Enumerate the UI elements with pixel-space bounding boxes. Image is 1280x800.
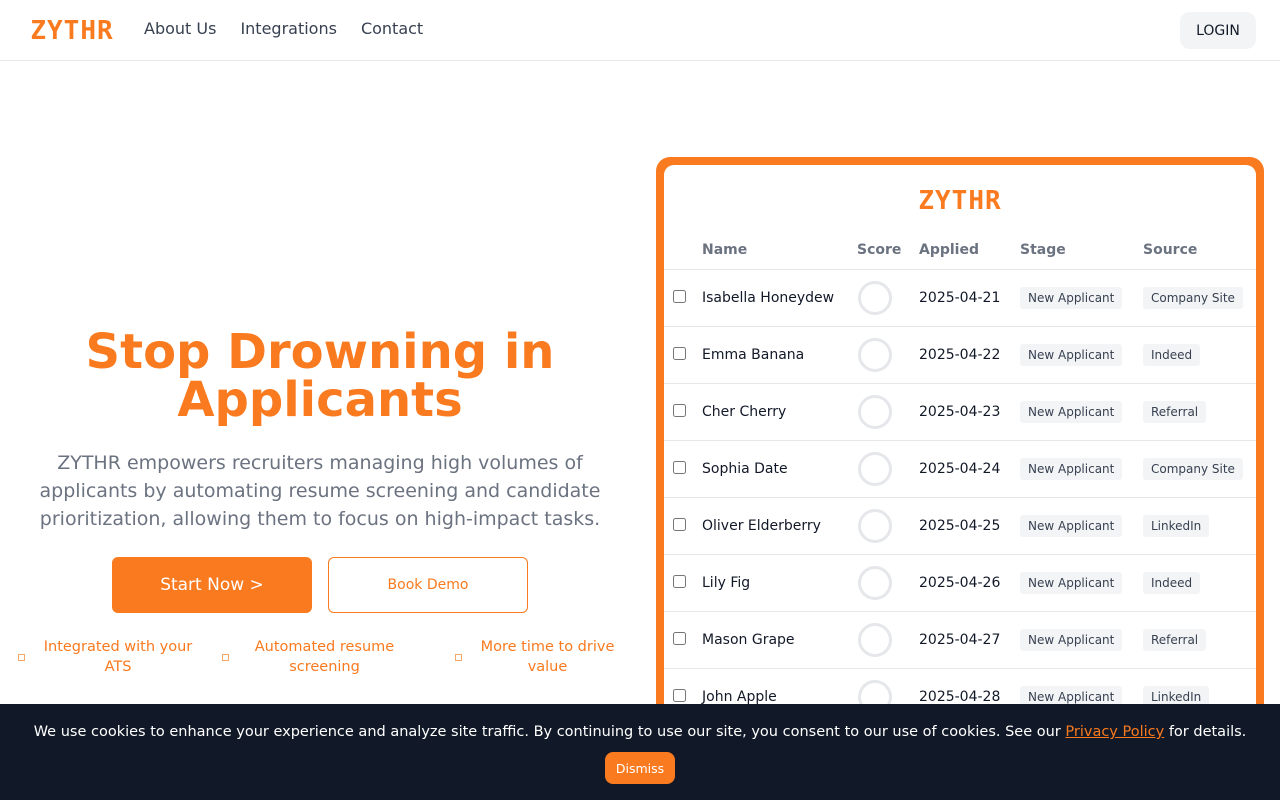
source-badge: Referral — [1143, 400, 1207, 423]
stage-badge: New Applicant — [1020, 514, 1123, 537]
applicant-name: Emma Banana — [702, 326, 857, 384]
table-row[interactable]: Cher Cherry 2025-04-23 New Applicant Ref… — [664, 383, 1256, 441]
hero-subtitle: ZYTHR empowers recruiters managing high … — [39, 452, 601, 530]
feature-ats: Integrated with your ATS — [18, 637, 204, 677]
stage-badge: New Applicant — [1020, 343, 1123, 366]
applicant-name: Mason Grape — [702, 611, 857, 669]
site-header: ZYTHR About Us Integrations Contact LOGI… — [0, 0, 1280, 61]
table-row[interactable]: Isabella Honeydew 2025-04-21 New Applica… — [664, 269, 1256, 327]
table-row[interactable]: Lily Fig 2025-04-26 New Applicant Indeed — [664, 554, 1256, 612]
applicant-name: Lily Fig — [702, 554, 857, 612]
svg-text:ZYTHR: ZYTHR — [918, 187, 1001, 213]
applicant-name: Isabella Honeydew — [702, 269, 857, 327]
feature-screening: Automated resume screening — [222, 637, 412, 677]
hero-title: Stop Drowning in Applicants — [85, 324, 555, 428]
book-demo-button[interactable]: Book Demo — [328, 557, 528, 613]
table-row[interactable]: Sophia Date 2025-04-24 New Applicant Com… — [664, 440, 1256, 498]
privacy-policy-link[interactable]: Privacy Policy — [1065, 724, 1164, 740]
applied-date: 2025-04-21 — [919, 269, 1020, 327]
score-ring — [858, 565, 892, 600]
applied-date: 2025-04-26 — [919, 554, 1020, 612]
row-checkbox[interactable] — [673, 518, 686, 531]
applied-date: 2025-04-22 — [919, 326, 1020, 384]
feature-value: More time to drive value — [455, 637, 625, 677]
row-checkbox[interactable] — [673, 404, 686, 417]
zythr-logo[interactable]: ZYTHR — [26, 17, 118, 43]
cookie-message: We use cookies to enhance your experienc… — [33, 724, 1247, 740]
nav-contact[interactable]: Contact — [361, 18, 423, 40]
nav-about-us[interactable]: About Us — [144, 18, 216, 40]
dismiss-button[interactable]: Dismiss — [605, 752, 675, 784]
feature-check-icon — [222, 654, 229, 661]
feature-label: Integrated with your ATS — [43, 639, 193, 675]
source-badge: Indeed — [1143, 571, 1201, 594]
applied-date: 2025-04-23 — [919, 383, 1020, 441]
score-ring — [858, 451, 892, 486]
score-ring — [858, 508, 892, 543]
feature-check-icon — [455, 654, 462, 661]
row-checkbox[interactable] — [673, 632, 686, 645]
score-ring — [858, 280, 892, 315]
score-ring — [858, 337, 892, 372]
applicant-name: Sophia Date — [702, 440, 857, 498]
score-ring — [858, 622, 892, 657]
applied-date: 2025-04-25 — [919, 497, 1020, 555]
table-row[interactable]: Emma Banana 2025-04-22 New Applicant Ind… — [664, 326, 1256, 384]
col-name[interactable]: Name — [702, 231, 857, 270]
applied-date: 2025-04-27 — [919, 611, 1020, 669]
source-badge: Referral — [1143, 628, 1207, 651]
applicant-name: Oliver Elderberry — [702, 497, 857, 555]
row-checkbox[interactable] — [673, 461, 686, 474]
nav-integrations[interactable]: Integrations — [240, 18, 337, 40]
source-badge: Company Site — [1143, 286, 1243, 309]
stage-badge: New Applicant — [1020, 400, 1123, 423]
feature-label: More time to drive value — [480, 639, 615, 675]
col-score[interactable]: Score — [857, 231, 919, 270]
table-row[interactable]: Oliver Elderberry 2025-04-25 New Applica… — [664, 497, 1256, 555]
stage-badge: New Applicant — [1020, 457, 1123, 480]
table-row[interactable]: Mason Grape 2025-04-27 New Applicant Ref… — [664, 611, 1256, 669]
table-header-row: Name Score Applied Stage Source — [664, 231, 1256, 270]
row-checkbox[interactable] — [673, 689, 686, 702]
feature-label: Automated resume screening — [254, 639, 395, 675]
col-stage[interactable]: Stage — [1020, 231, 1143, 270]
applicant-name: Cher Cherry — [702, 383, 857, 441]
applied-date: 2025-04-24 — [919, 440, 1020, 498]
row-checkbox[interactable] — [673, 575, 686, 588]
col-source[interactable]: Source — [1143, 231, 1256, 270]
stage-badge: New Applicant — [1020, 628, 1123, 651]
cookie-banner: We use cookies to enhance your experienc… — [0, 704, 1280, 800]
feature-check-icon — [18, 654, 25, 661]
applicants-table: Name Score Applied Stage Source Isabella… — [664, 231, 1256, 726]
svg-text:ZYTHR: ZYTHR — [30, 17, 113, 43]
stage-badge: New Applicant — [1020, 286, 1123, 309]
start-now-button[interactable]: Start Now > — [112, 557, 312, 613]
row-checkbox[interactable] — [673, 347, 686, 360]
zythr-logo: ZYTHR — [918, 187, 1001, 213]
col-applied[interactable]: Applied — [919, 231, 1020, 270]
main-nav: About Us Integrations Contact — [144, 18, 423, 40]
source-badge: Indeed — [1143, 343, 1201, 366]
score-ring — [858, 394, 892, 429]
row-checkbox[interactable] — [673, 290, 686, 303]
source-badge: Company Site — [1143, 457, 1243, 480]
source-badge: LinkedIn — [1143, 514, 1210, 537]
dashboard-preview: ZYTHR Name Score Applied Stage Source Is… — [664, 165, 1256, 765]
stage-badge: New Applicant — [1020, 571, 1123, 594]
login-button[interactable]: LOGIN — [1180, 12, 1256, 49]
